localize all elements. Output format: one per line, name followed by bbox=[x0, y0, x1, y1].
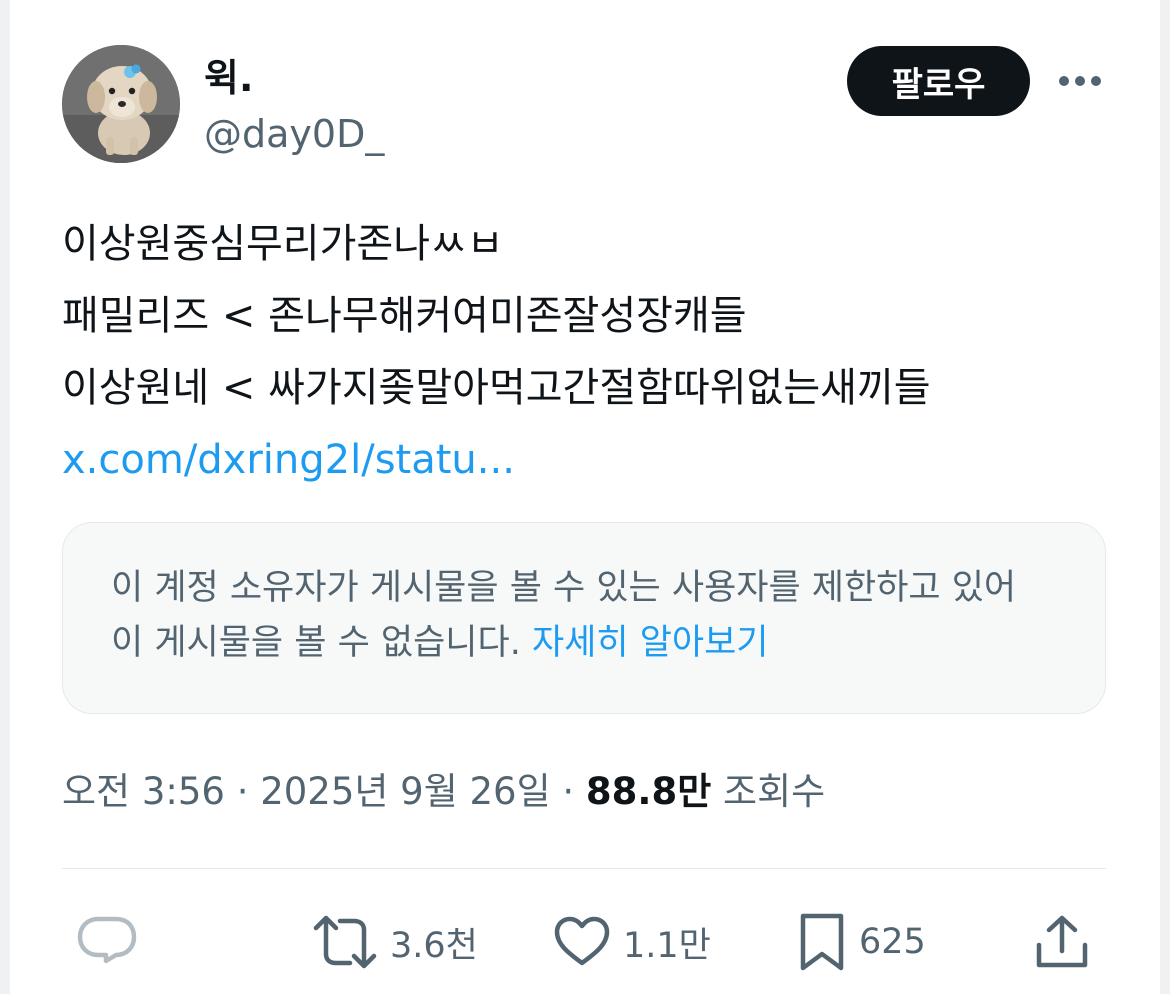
share-icon bbox=[1036, 915, 1088, 968]
restricted-post-notice: 이 계정 소유자가 게시물을 볼 수 있는 사용자를 제한하고 있어 이 게시물… bbox=[62, 522, 1106, 714]
like-count: 1.1만 bbox=[623, 925, 711, 966]
views-count: 88.8만 bbox=[585, 770, 712, 813]
learn-more-link[interactable]: 자세히 알아보기 bbox=[532, 623, 769, 663]
tweet-line: 이상원중심무리가존나ㅆㅂ bbox=[62, 221, 504, 267]
left-edge bbox=[0, 0, 10, 994]
follow-button[interactable]: 팔로우 bbox=[847, 46, 1030, 116]
bookmark-count: 625 bbox=[859, 922, 926, 962]
right-edge bbox=[1160, 0, 1170, 994]
reply-button[interactable] bbox=[76, 910, 138, 974]
user-handle[interactable]: @day0D_ bbox=[204, 110, 384, 158]
retweet-button[interactable]: 3.6천 bbox=[312, 910, 478, 974]
reply-icon bbox=[77, 916, 137, 964]
bookmark-icon bbox=[800, 913, 844, 971]
tweet-text: 이상원중심무리가존나ㅆㅂ 패밀리즈 < 존나무해커여미존잘성장캐들 이상원네 <… bbox=[62, 208, 1122, 496]
retweet-icon bbox=[313, 915, 377, 969]
bookmark-button[interactable]: 625 bbox=[797, 910, 926, 974]
tweet-line: 이상원네 < 싸가지좆말아먹고간절함따위없는새끼들 bbox=[62, 365, 931, 411]
display-name[interactable]: 윅. bbox=[204, 54, 253, 102]
quoted-tweet-link[interactable]: x.com/dxring2l/statu... bbox=[62, 424, 1122, 496]
views-label: 조회수 bbox=[711, 770, 826, 813]
avatar[interactable] bbox=[62, 45, 180, 163]
post-timestamp[interactable]: 오전 3:56 · 2025년 9월 26일 · bbox=[62, 770, 586, 813]
post-meta: 오전 3:56 · 2025년 9월 26일 · 88.8만 조회수 bbox=[62, 766, 825, 818]
avatar-puppy-image bbox=[62, 45, 180, 163]
tweet-line: 패밀리즈 < 존나무해커여미존잘성장캐들 bbox=[62, 293, 747, 339]
more-options-button[interactable] bbox=[1052, 60, 1108, 102]
heart-icon bbox=[554, 916, 610, 966]
more-horizontal-icon bbox=[1059, 76, 1101, 86]
retweet-count: 3.6천 bbox=[390, 925, 478, 966]
divider bbox=[62, 868, 1106, 869]
share-button[interactable] bbox=[1034, 910, 1090, 974]
like-button[interactable]: 1.1만 bbox=[553, 910, 711, 974]
